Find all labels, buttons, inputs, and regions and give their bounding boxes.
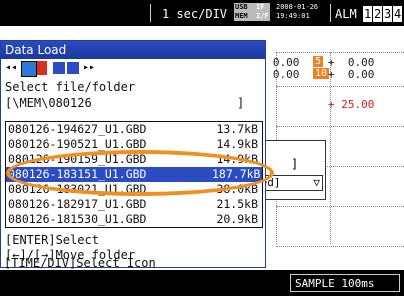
path-text: [\MEM\080126 [5,96,92,110]
channel-3[interactable]: 3 [383,6,393,22]
status-bar: 1 sec/DIV USB MEM IF I/F 2008-01-26 19:4… [0,0,404,26]
badge-10: 10 [313,68,330,79]
grid-line [276,206,404,207]
file-name: 080126-182917_U1.GBD [8,197,147,211]
file-size: 13.7kB [216,122,258,136]
prev-icon[interactable]: ◂◂ [5,62,17,73]
if-indicator: IF I/F [256,3,272,23]
file-name: 080126-194627_U1.GBD [8,122,147,136]
dialog-title: Data Load [1,41,265,59]
scale-readout: + 25.00 [328,98,375,111]
timebase-label: 1 sec/DIV [162,7,228,21]
prompt-text: Select file/folder [5,80,136,94]
channel-1[interactable]: 1 [363,6,373,22]
next-icon[interactable]: ▸▸ [83,62,95,73]
file-size: 20.9kB [216,212,258,226]
date-label: 2008-01-26 [276,3,319,11]
channel-2[interactable]: 2 [373,6,383,22]
icon-bar: ◂◂ ▸▸ [1,59,265,79]
file-row[interactable]: 080126-181530_U1.GBD 20.9kB [6,212,262,227]
path-end: ] [237,96,245,110]
divider [330,4,331,22]
sample-label: SAMPLE 100ms [290,274,400,292]
folder-icon[interactable] [21,61,37,77]
bracket-text: ] [291,157,299,171]
if-top-label: IF [256,3,265,11]
time-label: 19:49:01 [276,12,310,20]
file-size: 14.9kB [216,137,258,151]
file-icon[interactable] [53,62,65,74]
divider [150,4,151,22]
if-label: I/F [256,12,269,20]
alarm-label: ALM [335,7,357,21]
help-icon-select: [TIME/DIV]Select Icon [4,256,156,270]
file-row[interactable]: 080126-182917_U1.GBD 21.5kB [6,197,262,212]
datetime: 2008-01-26 19:49:01 [276,3,318,21]
file-size: 21.5kB [216,197,258,211]
grid-line [276,126,404,127]
save-icon[interactable] [67,62,79,74]
bottom-bar: SAMPLE 100ms [0,270,404,296]
help-enter: [ENTER]Select [5,233,99,247]
dropdown-arrow-icon: ▽ [313,176,320,189]
badge-5: 5 [313,56,324,67]
file-row[interactable]: 080126-194627_U1.GBD 13.7kB [6,122,262,137]
highlight-oval [6,150,274,196]
grid-line [276,246,404,247]
readout-2b: + 0.00 [328,68,375,81]
file-name: 080126-181530_U1.GBD [8,212,147,226]
channel-4[interactable]: 4 [393,6,403,22]
grid-line [276,86,404,87]
grid-line [276,52,404,53]
load-icon[interactable] [37,61,47,75]
